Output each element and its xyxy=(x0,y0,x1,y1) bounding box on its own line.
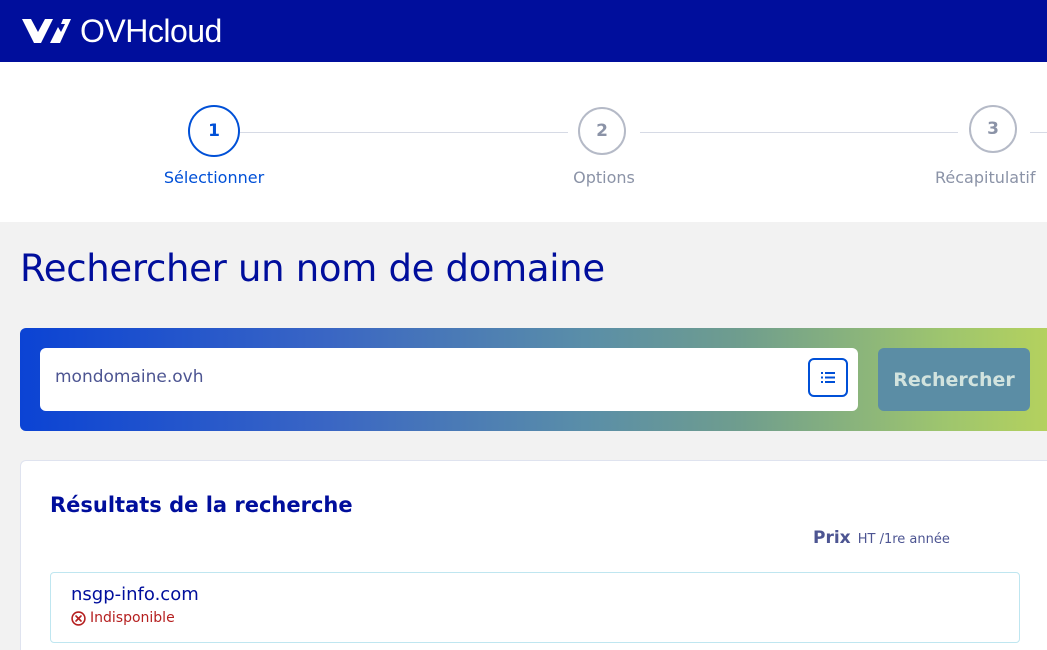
domain-search-value[interactable]: mondomaine.ovh xyxy=(55,367,204,387)
result-status: Indisponible xyxy=(71,610,175,626)
results-title: Résultats de la recherche xyxy=(50,493,353,517)
step-3-circle: 3 xyxy=(969,105,1017,153)
step-connector xyxy=(1030,132,1047,133)
bulk-search-button[interactable] xyxy=(808,358,848,397)
step-2-circle: 2 xyxy=(578,107,626,155)
price-subtitle: HT /1re année xyxy=(857,532,950,547)
page-title: Rechercher un nom de domaine xyxy=(20,247,605,290)
result-domain-name: nsgp-info.com xyxy=(71,584,199,605)
list-icon xyxy=(821,372,835,383)
ovh-logo-icon[interactable] xyxy=(20,16,72,46)
top-header: OVHcloud xyxy=(0,0,1047,62)
unavailable-icon xyxy=(71,610,86,626)
brand-name[interactable]: OVHcloud xyxy=(80,15,222,47)
step-connector xyxy=(240,132,568,133)
result-status-text: Indisponible xyxy=(90,610,175,626)
step-1-circle[interactable]: 1 xyxy=(188,105,240,157)
price-header: Prix HT /1re année xyxy=(813,528,950,548)
order-stepper xyxy=(0,62,1047,222)
step-1-label[interactable]: Sélectionner xyxy=(140,168,288,187)
step-2-label: Options xyxy=(573,168,635,187)
step-3-label: Récapitulatif xyxy=(935,168,1036,187)
search-button[interactable]: Rechercher xyxy=(878,348,1030,411)
step-connector xyxy=(640,132,958,133)
result-row[interactable] xyxy=(50,572,1020,643)
price-label: Prix xyxy=(813,528,851,548)
